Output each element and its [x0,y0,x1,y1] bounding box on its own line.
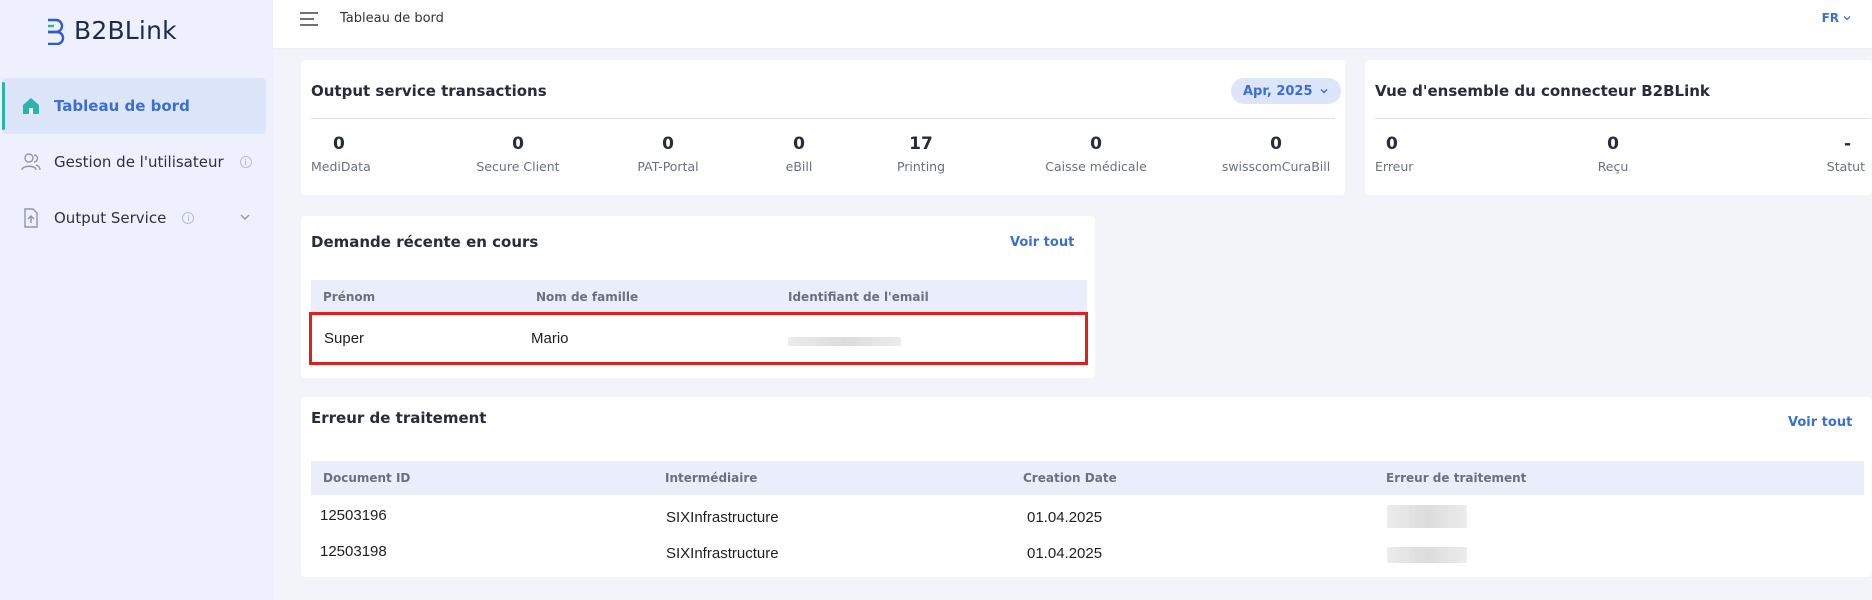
processing-errors-card: Erreur de traitement Voir tout Document … [301,397,1872,577]
sidebar-item-label: Output Service [54,209,167,227]
highlight-box [309,312,1088,365]
sidebar-item-output-service[interactable]: Output Service i [2,190,266,246]
card-title: Demande récente en cours [311,233,539,251]
stat-value: 0 [512,134,524,154]
stat-caisse-medicale: 0 Caisse médicale [1021,134,1171,174]
stat-value: 0 [333,134,345,154]
stat-label: MediData [311,159,371,174]
column-header[interactable]: Nom de famille [536,290,638,304]
stat-ebill: 0 eBill [767,134,831,174]
column-header[interactable]: Erreur de traitement [1386,471,1526,485]
stat-secure-client: 0 Secure Client [453,134,583,174]
column-header[interactable]: Intermédiaire [665,471,757,485]
topbar: Tableau de bord FR [273,0,1872,48]
stat-value: 0 [793,134,805,154]
stat-value: 0 [1607,134,1619,154]
stat-value: 0 [1270,134,1282,154]
connector-overview-card: Vue d'ensemble du connecteur B2BLink 0 E… [1365,60,1872,195]
view-all-link[interactable]: Voir tout [1788,415,1852,430]
card-title: Output service transactions [311,82,547,100]
upload-document-icon [24,208,38,228]
column-header[interactable]: Prénom [323,290,375,304]
output-service-card: Output service transactions Apr, 2025 0 … [301,60,1345,195]
stat-value: 0 [1090,134,1102,154]
stat-label: Reçu [1597,159,1629,174]
redacted-error [1387,505,1467,528]
month-label: Apr, 2025 [1243,83,1313,99]
card-title: Vue d'ensemble du connecteur B2BLink [1375,82,1710,100]
b2blink-logo-icon [48,18,65,45]
stat-label: Secure Client [476,159,560,174]
divider [311,118,1335,119]
sidebar-item-label: Tableau de bord [54,97,190,115]
document-id-cell: 12503196 [320,507,387,524]
table-row[interactable]: 12503196 SIXInfrastructure 01.04.2025 [311,495,1864,531]
stat-recu: 0 Reçu [1583,134,1643,174]
stat-value: 0 [1386,134,1398,154]
stat-erreur: 0 Erreur [1375,134,1413,174]
column-header[interactable]: Document ID [323,471,410,485]
sidebar-item-dashboard[interactable]: Tableau de bord [2,78,266,134]
column-header[interactable]: Creation Date [1023,471,1117,485]
chevron-down-icon [1843,16,1851,21]
table-header: Prénom Nom de famille Identifiant de l'e… [311,280,1087,314]
month-selector[interactable]: Apr, 2025 [1231,78,1341,104]
table-header: Document ID Intermédiaire Creation Date … [311,461,1864,495]
recent-requests-card: Demande récente en cours Voir tout Préno… [301,216,1095,378]
stat-medidata: 0 MediData [311,134,371,174]
stat-value: 17 [909,134,933,154]
language-selector[interactable]: FR [1822,11,1852,25]
creation-date-cell: 01.04.2025 [1027,509,1103,526]
chevron-down-icon [1320,89,1328,94]
stat-printing: 17 Printing [881,134,961,174]
home-icon [23,98,39,114]
divider [1375,118,1870,119]
page-title: Tableau de bord [340,11,444,26]
info-icon[interactable]: i [239,156,252,168]
card-title: Erreur de traitement [311,409,487,427]
stat-statut: - Statut [1805,134,1865,174]
view-all-link[interactable]: Voir tout [1010,235,1074,250]
document-id-cell: 12503198 [320,543,387,560]
stat-label: Printing [896,159,946,174]
table-row[interactable]: 12503198 SIXInfrastructure 01.04.2025 [311,531,1864,567]
stat-value: 0 [662,134,674,154]
stat-label: swisscomCuraBill [1221,159,1331,174]
sidebar-item-label: Gestion de l'utilisateur [54,153,224,171]
intermediary-cell: SIXInfrastructure [666,545,779,562]
menu-icon[interactable] [299,9,319,29]
sidebar: B2BLink Tableau de bord Gestion de l'uti… [0,0,273,600]
stat-pat-portal: 0 PAT-Portal [613,134,723,174]
logo-text: B2BLink [74,16,177,45]
creation-date-cell: 01.04.2025 [1027,545,1103,562]
chevron-down-icon[interactable] [238,210,252,224]
sidebar-item-user-management[interactable]: Gestion de l'utilisateur i [2,134,266,190]
stat-swisscom-curabill: 0 swisscomCuraBill [1211,134,1341,174]
stat-label: eBill [785,159,813,174]
column-header[interactable]: Identifiant de l'email [788,290,929,304]
redacted-error [1387,547,1467,563]
info-icon[interactable]: i [182,212,195,224]
intermediary-cell: SIXInfrastructure [666,509,779,526]
stat-label: PAT-Portal [637,159,699,174]
stat-label: Statut [1826,159,1865,174]
stat-value: - [1843,134,1851,154]
users-icon [21,153,41,171]
logo[interactable]: B2BLink [44,16,177,45]
stat-label: Erreur [1375,159,1414,174]
stat-label: Caisse médicale [1045,159,1147,174]
language-label: FR [1821,11,1839,25]
